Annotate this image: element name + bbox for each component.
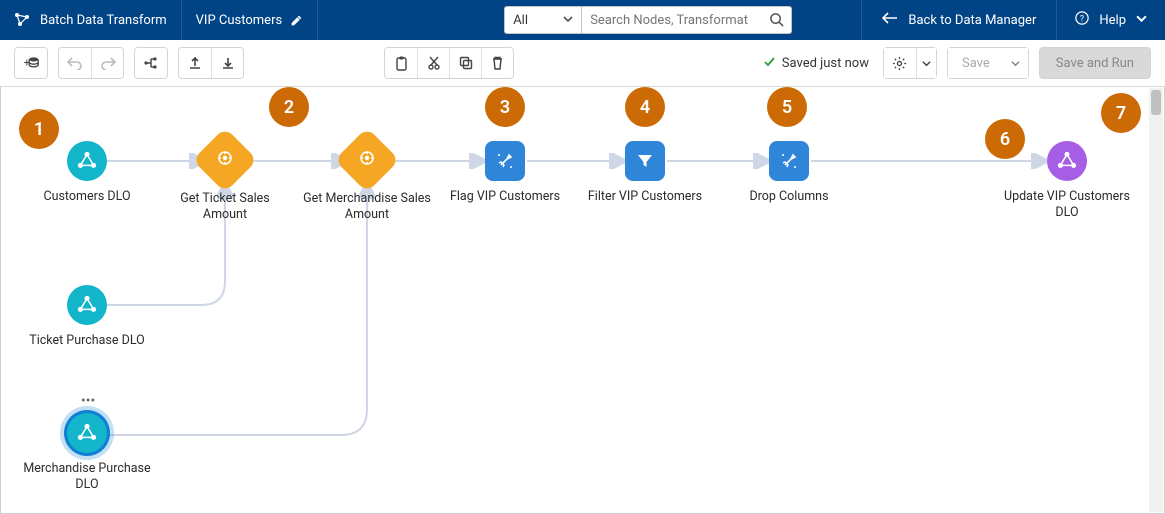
redo-button[interactable] xyxy=(91,48,123,78)
check-icon xyxy=(763,55,776,72)
callout-5: 5 xyxy=(767,87,807,127)
join-icon xyxy=(334,127,399,192)
settings-button[interactable] xyxy=(884,48,916,78)
app-title: Batch Data Transform xyxy=(40,13,167,28)
undo-button[interactable] xyxy=(59,48,91,78)
join-icon xyxy=(192,127,257,192)
search-input[interactable] xyxy=(582,6,792,34)
search-icon[interactable] xyxy=(769,12,784,31)
output-icon xyxy=(1047,141,1087,181)
save-chevron[interactable] xyxy=(1004,48,1028,78)
node-label: Get Ticket Sales Amount xyxy=(160,191,290,224)
tab-current[interactable]: VIP Customers xyxy=(182,0,319,40)
saved-status: Saved just now xyxy=(763,55,869,72)
upload-button[interactable] xyxy=(179,48,211,78)
transform-icon xyxy=(14,12,30,28)
node-ticket-purchase-dlo[interactable]: Ticket Purchase DLO xyxy=(22,285,152,349)
back-to-data-manager[interactable]: Back to Data Manager xyxy=(861,0,1056,40)
help-label: Help xyxy=(1099,13,1126,28)
layout-button[interactable] xyxy=(135,48,167,78)
source-icon xyxy=(67,141,107,181)
search-filter-value: All xyxy=(513,13,528,28)
flow-canvas[interactable]: 1 2 3 4 5 6 7 Customers DLO Get Ticket S… xyxy=(0,86,1165,514)
node-label: Customers DLO xyxy=(43,189,130,205)
filter-icon xyxy=(625,141,665,181)
transform-icon xyxy=(485,141,525,181)
node-label: Update VIP Customers DLO xyxy=(1002,189,1132,222)
callout-3: 3 xyxy=(485,87,525,127)
tab-title: VIP Customers xyxy=(196,13,283,28)
node-drop-columns[interactable]: Drop Columns xyxy=(724,141,854,205)
node-menu-handle[interactable]: ••• xyxy=(81,393,95,409)
chevron-down-icon xyxy=(563,13,573,28)
node-label: Filter VIP Customers xyxy=(588,189,702,205)
callout-7: 7 xyxy=(1101,93,1141,133)
transform-icon xyxy=(769,141,809,181)
node-get-ticket-sales[interactable]: Get Ticket Sales Amount xyxy=(160,137,290,224)
help-menu[interactable]: ? Help xyxy=(1056,0,1165,40)
clipboard-button[interactable] xyxy=(385,48,417,78)
saved-status-text: Saved just now xyxy=(782,56,869,71)
arrow-left-icon xyxy=(882,12,898,28)
callout-2: 2 xyxy=(269,87,309,127)
delete-button[interactable] xyxy=(481,48,513,78)
cut-button[interactable] xyxy=(417,48,449,78)
app-header: Batch Data Transform VIP Customers All B… xyxy=(0,0,1165,40)
copy-button[interactable] xyxy=(449,48,481,78)
node-update-vip-dlo[interactable]: Update VIP Customers DLO xyxy=(1002,141,1132,222)
vertical-scrollbar[interactable] xyxy=(1149,88,1163,512)
save-and-run-button[interactable]: Save and Run xyxy=(1039,47,1151,79)
node-label: Drop Columns xyxy=(749,189,828,205)
edit-icon[interactable] xyxy=(290,14,303,27)
node-get-merch-sales[interactable]: Get Merchandise Sales Amount xyxy=(302,137,432,224)
download-button[interactable] xyxy=(211,48,243,78)
svg-text:?: ? xyxy=(1080,15,1084,25)
source-icon xyxy=(67,413,107,453)
app-brand: Batch Data Transform xyxy=(0,0,182,40)
save-button[interactable]: Save xyxy=(948,48,1004,78)
search-area: All xyxy=(504,0,839,40)
node-flag-vip[interactable]: Flag VIP Customers xyxy=(440,141,570,205)
node-customers-dlo[interactable]: Customers DLO xyxy=(22,141,152,205)
node-label: Ticket Purchase DLO xyxy=(29,333,145,349)
help-icon: ? xyxy=(1075,11,1089,29)
node-filter-vip[interactable]: Filter VIP Customers xyxy=(580,141,710,205)
source-icon xyxy=(67,285,107,325)
settings-chevron[interactable] xyxy=(916,48,936,78)
callout-4: 4 xyxy=(625,87,665,127)
chevron-down-icon xyxy=(1136,13,1147,28)
toolbar: + xyxy=(0,40,1165,86)
node-merch-purchase-dlo[interactable]: Merchandise Purchase DLO xyxy=(22,413,152,494)
back-label: Back to Data Manager xyxy=(908,13,1036,28)
node-label: Merchandise Purchase DLO xyxy=(22,461,152,494)
add-data-button[interactable]: + xyxy=(15,48,47,78)
scrollbar-thumb[interactable] xyxy=(1151,90,1161,115)
node-label: Get Merchandise Sales Amount xyxy=(302,191,432,224)
search-filter-select[interactable]: All xyxy=(504,6,582,34)
node-label: Flag VIP Customers xyxy=(450,189,560,205)
